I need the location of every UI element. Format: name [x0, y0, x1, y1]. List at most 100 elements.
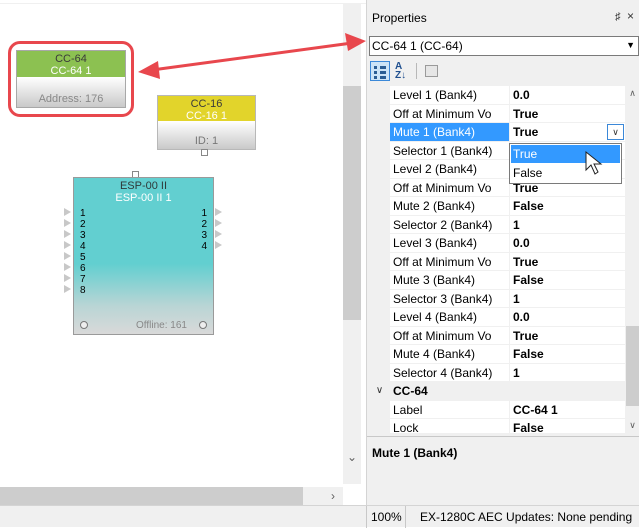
scroll-down-icon[interactable]: ∨ — [625, 420, 639, 431]
cc16-block[interactable]: CC-16 CC-16 1 ID: 1 — [157, 95, 256, 150]
property-value[interactable]: 0.0 — [510, 234, 625, 253]
alphabetical-sort-icon[interactable]: A Z↓ — [392, 61, 412, 81]
output-port-icon[interactable] — [215, 208, 222, 216]
property-name: Level 1 (Bank4) — [390, 86, 510, 105]
scroll-right-icon[interactable]: › — [323, 487, 343, 505]
property-value[interactable]: True — [510, 253, 625, 271]
property-value[interactable]: 1 — [510, 290, 625, 308]
property-grid-scroll-thumb[interactable] — [626, 326, 639, 406]
input-pin-label: 4 — [80, 241, 86, 252]
property-row[interactable]: Mute 4 (Bank4) False — [369, 345, 625, 364]
canvas-horizontal-scroll-thumb[interactable] — [0, 487, 303, 505]
cc16-block-id: ID: 1 — [158, 121, 255, 149]
property-row-gutter — [369, 160, 390, 179]
dropdown-toggle-icon[interactable]: ∨ — [607, 124, 624, 140]
property-row[interactable]: Mute 2 (Bank4) False — [369, 197, 625, 216]
input-port-icon[interactable] — [64, 274, 71, 282]
cc16-block-type: CC-16 — [190, 98, 223, 110]
property-value[interactable]: 0.0 — [510, 308, 625, 327]
properties-toolbar: A Z↓ — [367, 58, 639, 84]
status-message: EX-1280C AEC Updates: None pending — [420, 510, 633, 524]
property-row[interactable]: Level 1 (Bank4) 0.0 — [369, 86, 625, 105]
property-row[interactable]: Mute 3 (Bank4) False — [369, 271, 625, 290]
input-port-icon[interactable] — [64, 241, 71, 249]
property-value[interactable]: True — [510, 327, 625, 345]
input-port-icon[interactable] — [64, 219, 71, 227]
categorized-view-icon[interactable] — [370, 61, 390, 81]
property-row[interactable]: Level 3 (Bank4) 0.0 — [369, 234, 625, 253]
property-row[interactable]: Level 4 (Bank4) 0.0 — [369, 308, 625, 327]
mouse-cursor-icon — [585, 150, 603, 175]
property-value[interactable]: 1 — [510, 216, 625, 234]
property-row[interactable]: Selector 2 (Bank4) 1 — [369, 215, 625, 234]
object-selector-value: CC-64 1 (CC-64) — [372, 39, 463, 53]
input-pin-label: 8 — [80, 285, 86, 296]
property-row[interactable]: Off at Minimum Vo True — [369, 104, 625, 123]
input-port-icon[interactable] — [64, 263, 71, 271]
property-description-pane: Mute 1 (Bank4) — [367, 436, 639, 505]
design-canvas[interactable]: CC-64 CC-64 1 Address: 176 CC-16 CC-16 1… — [0, 0, 366, 505]
input-pin-label: 1 — [80, 208, 86, 219]
pin-icon[interactable]: ♯ — [615, 11, 621, 23]
property-row[interactable]: Lock False — [369, 419, 625, 433]
property-row-gutter — [369, 197, 390, 216]
scroll-down-icon[interactable]: ⌄ — [343, 448, 361, 466]
property-value[interactable]: False — [510, 419, 625, 433]
property-row-gutter — [369, 215, 390, 234]
object-selector[interactable]: CC-64 1 (CC-64) ▼ — [369, 36, 639, 56]
input-port-icon[interactable] — [64, 285, 71, 293]
output-pin-label: 3 — [201, 230, 207, 241]
property-row-gutter — [369, 271, 390, 290]
status-bar: 100% EX-1280C AEC Updates: None pending — [0, 505, 639, 528]
input-pin-label: 6 — [80, 263, 86, 274]
property-row[interactable]: Mute 1 (Bank4) True ∨ — [369, 123, 625, 142]
property-value[interactable]: CC-64 1 — [510, 401, 625, 419]
chevron-down-icon[interactable]: ▼ — [626, 40, 635, 50]
output-port-icon[interactable] — [215, 230, 222, 238]
property-row-gutter — [369, 123, 390, 142]
input-port-icon[interactable] — [64, 252, 71, 260]
property-value[interactable]: False — [510, 197, 625, 216]
input-port-icon[interactable] — [64, 208, 71, 216]
input-pin-label: 7 — [80, 274, 86, 285]
property-row[interactable]: Selector 3 (Bank4) 1 — [369, 289, 625, 308]
property-row-gutter — [369, 234, 390, 253]
property-value[interactable]: False — [510, 345, 625, 364]
esp-block[interactable]: ESP-00 II ESP-00 II 1 1 2 3 4 5 6 7 8 1 … — [73, 177, 214, 335]
property-value[interactable]: False — [510, 271, 625, 290]
property-row[interactable]: Label CC-64 1 — [369, 400, 625, 419]
close-icon[interactable]: × — [627, 9, 634, 23]
property-category-label: CC-64 — [390, 382, 510, 401]
property-pages-icon[interactable] — [422, 61, 442, 81]
property-row-gutter — [369, 419, 390, 433]
canvas-vertical-scroll-thumb[interactable] — [343, 86, 361, 320]
collapse-chevron-icon[interactable]: ∨ — [369, 382, 390, 401]
property-name: Mute 2 (Bank4) — [390, 197, 510, 216]
property-value[interactable]: 1 — [510, 364, 625, 382]
property-name: Off at Minimum Vo — [390, 178, 510, 197]
property-name: Lock — [390, 419, 510, 433]
output-pin-label: 2 — [201, 219, 207, 230]
property-row[interactable]: Off at Minimum Vo True — [369, 252, 625, 271]
cc16-connector-node[interactable] — [201, 149, 208, 156]
esp-block-status: Offline: 161 — [136, 320, 187, 331]
output-port-icon[interactable] — [215, 219, 222, 227]
scroll-up-icon[interactable]: ∧ — [625, 88, 639, 99]
output-port-icon[interactable] — [215, 241, 222, 249]
property-row-gutter — [369, 178, 390, 197]
property-row-gutter — [369, 345, 390, 364]
property-row-gutter — [369, 141, 390, 160]
output-pin-label: 1 — [201, 208, 207, 219]
property-category-row[interactable]: ∨ CC-64 — [369, 382, 625, 401]
property-value[interactable]: True — [510, 105, 625, 123]
property-row[interactable]: Off at Minimum Vo True — [369, 326, 625, 345]
property-row[interactable]: Selector 4 (Bank4) 1 — [369, 363, 625, 382]
property-value[interactable]: 0.0 — [510, 86, 625, 105]
property-name: Selector 3 (Bank4) — [390, 289, 510, 308]
property-name: Label — [390, 400, 510, 419]
property-row-gutter — [369, 326, 390, 345]
property-grid[interactable]: Level 1 (Bank4) 0.0 Off at Minimum Vo True M… — [369, 86, 625, 433]
input-port-icon[interactable] — [64, 230, 71, 238]
status-led-icon — [80, 321, 88, 329]
zoom-level[interactable]: 100% — [366, 506, 406, 528]
